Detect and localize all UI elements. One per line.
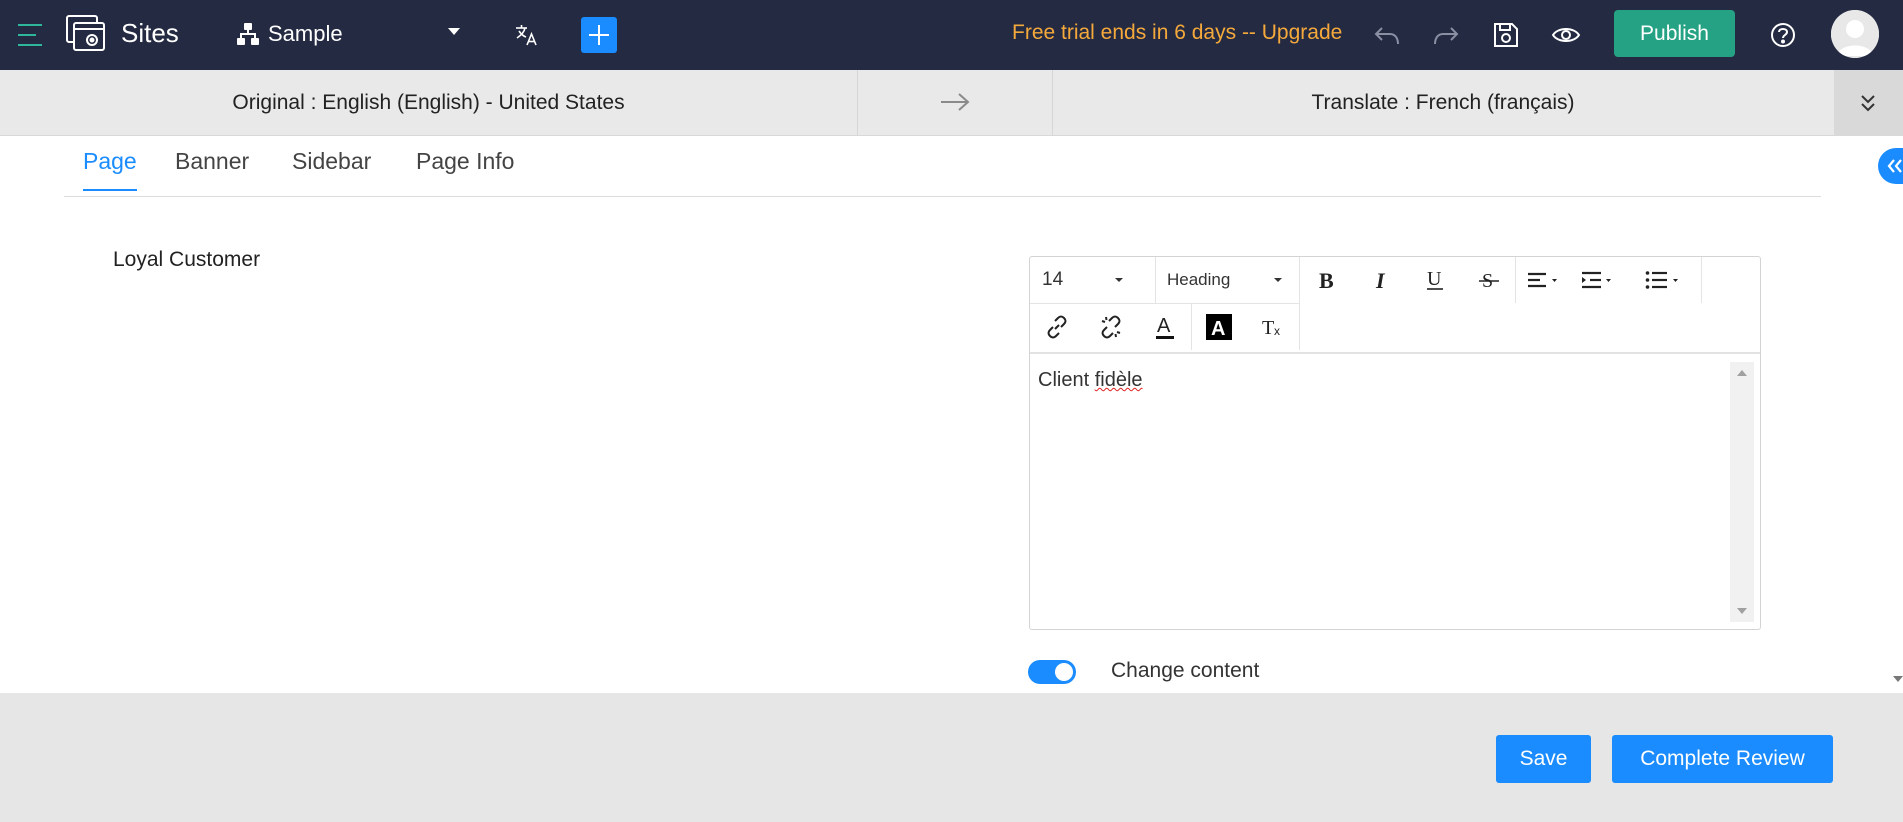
double-chevron-left-icon: [1887, 159, 1902, 173]
tab-banner[interactable]: Banner: [175, 148, 249, 189]
original-language: Original : English (English) - United St…: [0, 70, 858, 136]
page-scroll-down-icon[interactable]: [1893, 676, 1903, 682]
redo-icon[interactable]: [1431, 20, 1461, 50]
add-button[interactable]: [581, 17, 617, 53]
save-icon[interactable]: [1491, 20, 1521, 50]
preview-eye-icon[interactable]: [1551, 20, 1581, 50]
toggle-knob: [1055, 663, 1073, 681]
publish-button[interactable]: Publish: [1614, 10, 1735, 57]
sitemap-icon: [236, 22, 260, 46]
help-icon[interactable]: [1768, 20, 1798, 50]
svg-text:A: A: [1211, 318, 1225, 340]
app-title: Sites: [121, 18, 179, 48]
double-chevron-down-icon: [1861, 95, 1875, 112]
svg-text:B: B: [1319, 269, 1334, 291]
save-button[interactable]: Save: [1496, 735, 1591, 783]
original-content-text: Loyal Customer: [113, 248, 261, 271]
editor-content-area[interactable]: Client fidèle: [1030, 356, 1760, 629]
avatar-icon[interactable]: [1831, 10, 1879, 58]
svg-text:I: I: [1375, 269, 1386, 291]
top-bar: Sites Sample Free trial ends in 6 days -…: [0, 0, 1903, 70]
svg-text:T: T: [1262, 317, 1274, 338]
editor-toolbar: 14 Heading B I U S A A T x: [1030, 257, 1760, 354]
bullet-list-icon[interactable]: [1624, 257, 1702, 303]
italic-icon[interactable]: I: [1354, 257, 1408, 303]
tab-bar: Page Banner Sidebar Page Info: [64, 136, 1821, 197]
font-size-select[interactable]: 14: [1030, 257, 1156, 303]
text-color-icon[interactable]: A: [1138, 304, 1192, 350]
font-size-value: 14: [1042, 269, 1064, 290]
translate-icon[interactable]: [514, 22, 540, 48]
footer-bar: Save Complete Review: [0, 693, 1903, 822]
collapse-button[interactable]: [1834, 70, 1903, 136]
hamburger-icon[interactable]: [18, 24, 44, 48]
trial-upgrade-link[interactable]: Free trial ends in 6 days -- Upgrade: [1012, 21, 1342, 45]
site-selector[interactable]: Sample: [236, 18, 466, 50]
svg-text:x: x: [1274, 324, 1280, 338]
undo-icon[interactable]: [1372, 20, 1402, 50]
arrow-right-icon: [941, 93, 970, 111]
align-icon[interactable]: [1516, 257, 1570, 303]
translated-content-text[interactable]: Client fidèle: [1038, 369, 1143, 392]
rich-text-editor: 14 Heading B I U S A A T x Client fidèle: [1029, 256, 1761, 630]
plus-icon: [589, 25, 609, 45]
block-format-select[interactable]: Heading: [1156, 257, 1300, 303]
underline-icon[interactable]: U: [1408, 257, 1462, 303]
background-color-icon[interactable]: A: [1192, 304, 1246, 350]
site-name: Sample: [268, 21, 343, 46]
unlink-icon[interactable]: [1084, 304, 1138, 350]
scroll-up-icon[interactable]: [1737, 370, 1747, 376]
link-icon[interactable]: [1030, 304, 1084, 350]
target-language: Translate : French (français): [1311, 91, 1575, 114]
chevron-down-icon: [1274, 278, 1282, 282]
svg-text:A: A: [1157, 315, 1171, 337]
language-arrow: [858, 70, 1053, 136]
chevron-down-icon: [448, 28, 460, 35]
block-format-value: Heading: [1167, 270, 1231, 289]
strikethrough-icon[interactable]: S: [1462, 257, 1516, 303]
change-content-label: Change content: [1111, 659, 1260, 682]
indent-icon[interactable]: [1570, 257, 1624, 303]
tab-sidebar[interactable]: Sidebar: [292, 148, 371, 189]
sites-logo-icon: [66, 15, 108, 53]
tab-page-info[interactable]: Page Info: [416, 148, 514, 189]
svg-text:U: U: [1427, 268, 1442, 290]
misspelled-word[interactable]: fidèle: [1095, 369, 1143, 391]
scroll-down-icon[interactable]: [1737, 608, 1747, 614]
tab-page[interactable]: Page: [83, 148, 137, 191]
clear-format-icon[interactable]: Tx: [1246, 304, 1300, 350]
side-panel-toggle[interactable]: [1878, 148, 1903, 184]
bold-icon[interactable]: B: [1300, 257, 1354, 303]
language-bar: Original : English (English) - United St…: [0, 70, 1903, 136]
change-content-toggle[interactable]: [1028, 660, 1076, 684]
editor-scrollbar[interactable]: [1730, 362, 1754, 622]
complete-review-button[interactable]: Complete Review: [1612, 735, 1833, 783]
chevron-down-icon: [1115, 278, 1123, 282]
